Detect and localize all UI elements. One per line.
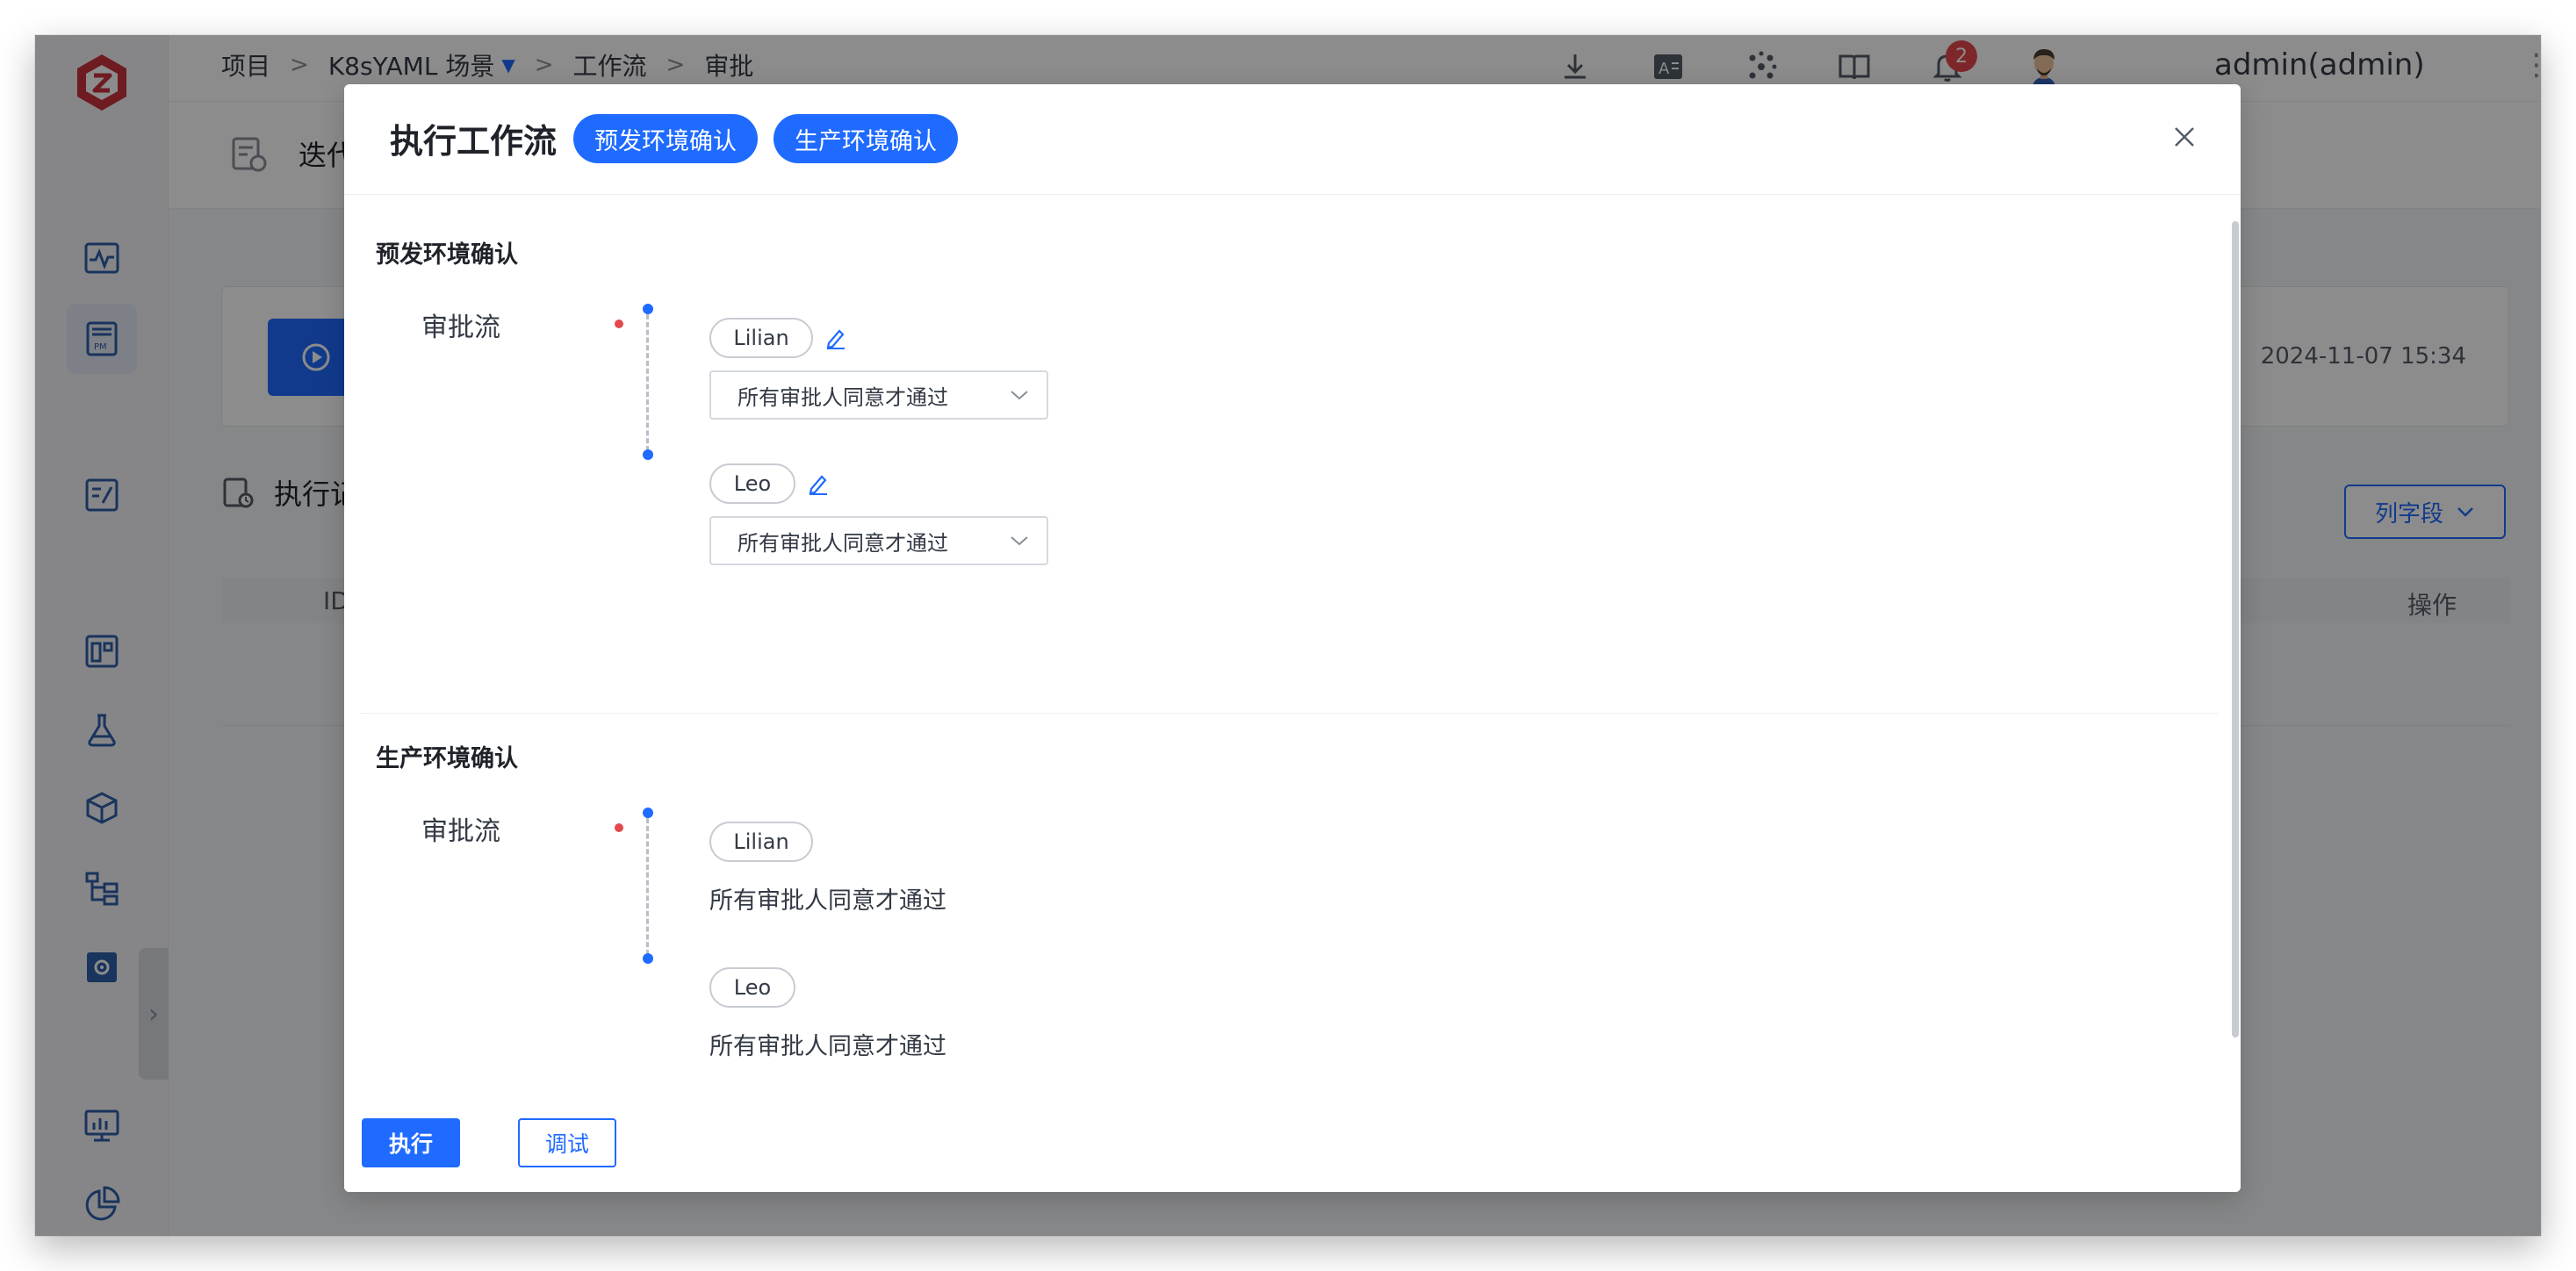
- stage-divider: [360, 713, 2218, 714]
- chevron-down-icon: [1011, 536, 1028, 546]
- stage-tab-production[interactable]: 生产环境确认: [774, 114, 958, 163]
- approver-chip: Lilian: [709, 318, 813, 358]
- debug-button[interactable]: 调试: [518, 1118, 616, 1167]
- flow-connector: [646, 314, 649, 451]
- flow-node-dot: [643, 304, 653, 314]
- approval-rule-text: 所有审批人同意才通过: [709, 1033, 946, 1060]
- approval-rule-select[interactable]: 所有审批人同意才通过: [709, 516, 1048, 565]
- edit-icon[interactable]: [806, 472, 829, 495]
- stage-title-production: 生产环境确认: [376, 745, 518, 772]
- flow-node-dot: [643, 449, 653, 460]
- required-marker: [615, 320, 623, 328]
- edit-icon[interactable]: [824, 327, 846, 349]
- flow-connector: [646, 818, 649, 955]
- chevron-down-icon: [1011, 391, 1028, 400]
- modal-scrollbar-thumb[interactable]: [2232, 221, 2239, 1038]
- approval-rule-select[interactable]: 所有审批人同意才通过: [709, 370, 1048, 420]
- modal-footer: 执行 调试: [344, 1095, 2241, 1192]
- close-icon[interactable]: [2167, 119, 2202, 154]
- stage-title-staging: 预发环境确认: [376, 241, 518, 269]
- modal-header: 执行工作流 预发环境确认 生产环境确认: [344, 84, 2241, 195]
- modal-title: 执行工作流: [390, 122, 558, 161]
- execute-workflow-modal: 执行工作流 预发环境确认 生产环境确认 预发环境确认 审批流 Lilian 所有…: [344, 84, 2241, 1192]
- required-marker: [615, 823, 623, 832]
- app-window: PM › 项目 > K8sYAML 场景 ▼ > 工作流 > 审批 A 2 ad…: [35, 35, 2541, 1236]
- approval-flow-label: 审批流: [421, 312, 500, 343]
- approver-chip: Lilian: [709, 822, 813, 862]
- flow-node-dot: [643, 953, 653, 964]
- approval-rule-value: 所有审批人同意才通过: [738, 530, 948, 556]
- approval-rule-text: 所有审批人同意才通过: [709, 887, 946, 915]
- stage-tab-staging[interactable]: 预发环境确认: [573, 114, 758, 163]
- modal-scrollbar[interactable]: [2228, 207, 2241, 1038]
- approval-rule-value: 所有审批人同意才通过: [738, 384, 948, 410]
- execute-button[interactable]: 执行: [362, 1118, 460, 1167]
- approval-flow-label: 审批流: [421, 816, 500, 847]
- approver-chip: Leo: [709, 463, 795, 504]
- flow-node-dot: [643, 808, 653, 818]
- modal-body: 预发环境确认 审批流 Lilian 所有审批人同意才通过 Leo 所有审批人同意…: [344, 195, 2241, 1192]
- approver-chip: Leo: [709, 967, 795, 1008]
